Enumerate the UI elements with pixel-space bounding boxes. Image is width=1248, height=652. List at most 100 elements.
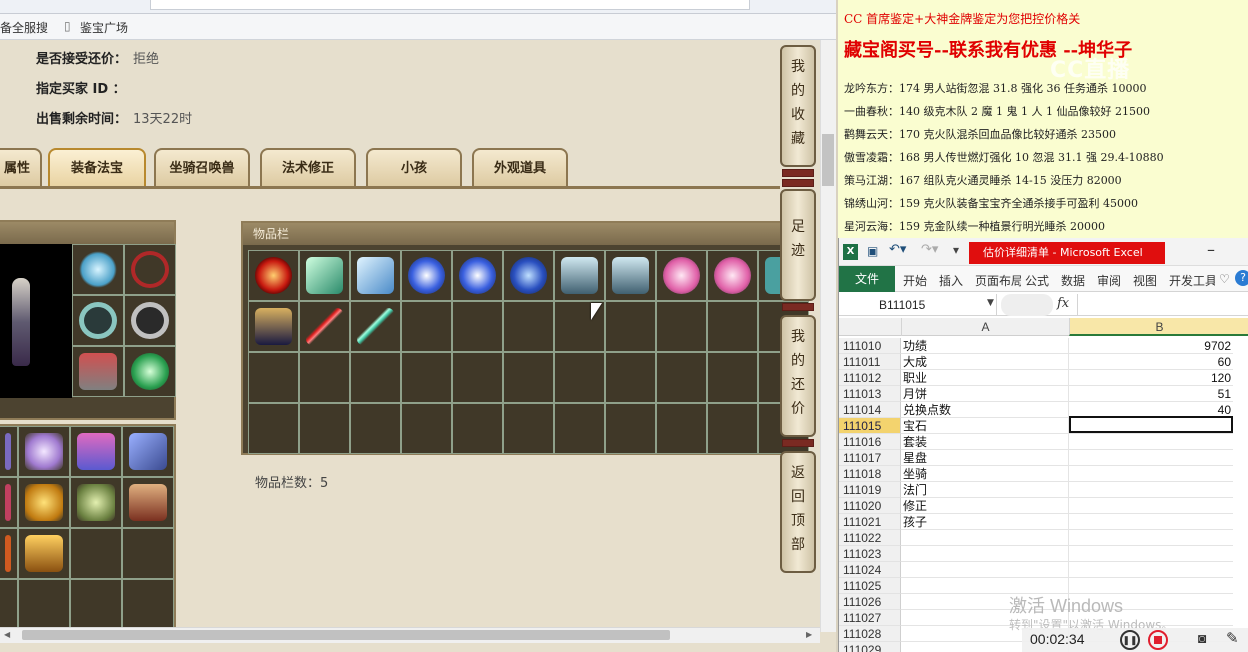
inventory-slot[interactable] bbox=[299, 301, 350, 352]
item-slot[interactable] bbox=[0, 426, 18, 477]
inventory-slot[interactable] bbox=[605, 301, 656, 352]
cell-a[interactable]: 职业 bbox=[901, 370, 1069, 386]
inventory-slot[interactable] bbox=[605, 403, 656, 454]
inventory-slot[interactable] bbox=[452, 250, 503, 301]
ribbon-tab-developer[interactable]: 开发工具 bbox=[1169, 272, 1215, 289]
column-header-a[interactable]: A bbox=[901, 318, 1069, 336]
cell-b[interactable]: 9702 bbox=[1069, 338, 1233, 354]
item-slot[interactable] bbox=[18, 528, 70, 579]
row-header[interactable]: 111024 bbox=[839, 562, 901, 578]
cell-a[interactable]: 兑换点数 bbox=[901, 402, 1069, 418]
item-slot[interactable] bbox=[122, 426, 174, 477]
inventory-slot[interactable] bbox=[554, 352, 605, 403]
equip-slot[interactable] bbox=[72, 244, 124, 295]
formula-bar-expander[interactable] bbox=[1001, 294, 1053, 316]
row-header[interactable]: 111010 bbox=[839, 338, 901, 354]
cell-a[interactable] bbox=[901, 546, 1069, 562]
ribbon-file-tab[interactable]: 文件 bbox=[839, 266, 895, 292]
tab-spell-correction[interactable]: 法术修正 bbox=[260, 148, 356, 188]
ribbon-tab-view[interactable]: 视图 bbox=[1133, 272, 1157, 289]
item-slot[interactable] bbox=[0, 528, 18, 579]
column-header-b[interactable]: B bbox=[1069, 318, 1248, 336]
item-slot[interactable] bbox=[122, 528, 174, 579]
camera-icon[interactable]: ◙ bbox=[1198, 630, 1206, 646]
ribbon-tab-formulas[interactable]: 公式 bbox=[1025, 272, 1049, 289]
item-slot[interactable] bbox=[70, 426, 122, 477]
inventory-slot[interactable] bbox=[707, 352, 758, 403]
customize-toolbar-icon[interactable]: ▾ bbox=[953, 243, 959, 257]
inventory-slot[interactable] bbox=[503, 403, 554, 454]
inventory-slot[interactable] bbox=[350, 301, 401, 352]
row-header[interactable]: 111029 bbox=[839, 642, 901, 652]
ribbon-tab-data[interactable]: 数据 bbox=[1061, 272, 1085, 289]
inventory-slot[interactable] bbox=[707, 301, 758, 352]
back-to-top-button[interactable]: 返回顶部 bbox=[780, 451, 816, 573]
inventory-slot[interactable] bbox=[503, 301, 554, 352]
select-all-corner[interactable] bbox=[839, 318, 901, 336]
tab-children[interactable]: 小孩 bbox=[366, 148, 462, 188]
ribbon-tab-home[interactable]: 开始 bbox=[903, 272, 927, 289]
inventory-slot[interactable] bbox=[401, 352, 452, 403]
inventory-slot[interactable] bbox=[656, 250, 707, 301]
item-slot[interactable] bbox=[18, 477, 70, 528]
inventory-slot[interactable] bbox=[605, 250, 656, 301]
row-header[interactable]: 111022 bbox=[839, 530, 901, 546]
cell-a[interactable]: 法门 bbox=[901, 482, 1069, 498]
inventory-slot[interactable] bbox=[401, 301, 452, 352]
inventory-slot[interactable] bbox=[248, 403, 299, 454]
insert-function-icon[interactable]: fx bbox=[1057, 296, 1069, 311]
inventory-slot[interactable] bbox=[656, 301, 707, 352]
cell-b[interactable] bbox=[1069, 514, 1233, 530]
cell-a[interactable]: 宝石 bbox=[901, 418, 1069, 434]
inventory-slot[interactable] bbox=[350, 352, 401, 403]
row-header[interactable]: 111025 bbox=[839, 578, 901, 594]
name-box[interactable]: B111015 bbox=[839, 294, 997, 316]
formula-input[interactable] bbox=[1077, 294, 1248, 316]
inventory-slot[interactable] bbox=[707, 403, 758, 454]
inventory-slot[interactable] bbox=[299, 250, 350, 301]
inventory-slot[interactable] bbox=[299, 352, 350, 403]
row-header[interactable]: 111013 bbox=[839, 386, 901, 402]
cell-b[interactable]: 51 bbox=[1069, 386, 1233, 402]
cell-a[interactable]: 功绩 bbox=[901, 338, 1069, 354]
inventory-slot[interactable] bbox=[401, 250, 452, 301]
cell-a[interactable] bbox=[901, 530, 1069, 546]
horizontal-scroll-thumb[interactable] bbox=[22, 630, 670, 640]
inventory-slot[interactable] bbox=[605, 352, 656, 403]
name-box-dropdown-icon[interactable]: ▼ bbox=[987, 298, 994, 308]
inventory-slot[interactable] bbox=[452, 403, 503, 454]
cell-a[interactable]: 坐骑 bbox=[901, 466, 1069, 482]
inventory-slot[interactable] bbox=[401, 403, 452, 454]
ribbon-collapse-icon[interactable]: ♡ bbox=[1219, 272, 1230, 286]
cell-b[interactable] bbox=[1069, 466, 1233, 482]
inventory-slot[interactable] bbox=[350, 250, 401, 301]
row-header[interactable]: 111014 bbox=[839, 402, 901, 418]
equip-slot[interactable] bbox=[72, 346, 124, 397]
inventory-slot[interactable] bbox=[707, 250, 758, 301]
bookmark-item[interactable]: 鉴宝广场 bbox=[80, 19, 128, 36]
footprints-button[interactable]: 足迹 bbox=[780, 189, 816, 301]
cell-a[interactable]: 星盘 bbox=[901, 450, 1069, 466]
equip-slot[interactable] bbox=[72, 295, 124, 346]
ribbon-tab-review[interactable]: 审阅 bbox=[1097, 272, 1121, 289]
row-header[interactable]: 111028 bbox=[839, 626, 901, 642]
tab-appearance[interactable]: 外观道具 bbox=[472, 148, 568, 188]
inventory-slot[interactable] bbox=[554, 403, 605, 454]
equip-slot[interactable] bbox=[124, 244, 176, 295]
cell-b[interactable] bbox=[1069, 530, 1233, 546]
item-slot[interactable] bbox=[70, 528, 122, 579]
inventory-slot[interactable] bbox=[656, 403, 707, 454]
item-slot[interactable] bbox=[18, 426, 70, 477]
item-slot[interactable] bbox=[122, 477, 174, 528]
inventory-slot[interactable] bbox=[503, 250, 554, 301]
save-icon[interactable]: ▣ bbox=[867, 244, 878, 258]
bookmark-item[interactable]: 备全服搜 bbox=[0, 19, 48, 36]
cell-b[interactable] bbox=[1069, 482, 1233, 498]
row-header[interactable]: 111020 bbox=[839, 498, 901, 514]
inventory-slot[interactable] bbox=[452, 301, 503, 352]
item-slot[interactable] bbox=[122, 579, 174, 630]
stop-record-icon[interactable] bbox=[1148, 630, 1168, 650]
redo-icon[interactable]: ↷▾ bbox=[921, 242, 938, 257]
pen-icon[interactable]: ✎ bbox=[1226, 629, 1239, 647]
row-header[interactable]: 111018 bbox=[839, 466, 901, 482]
